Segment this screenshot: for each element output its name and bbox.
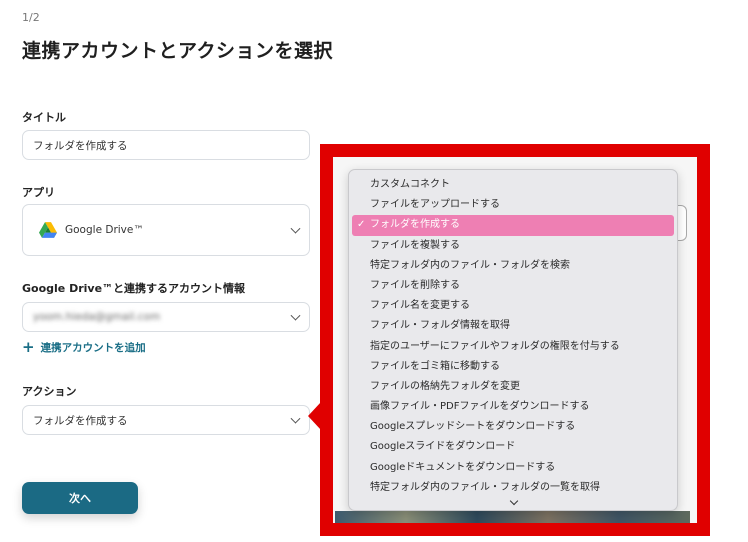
step-indicator: 1/2 (22, 11, 40, 24)
app-select-value: Google Drive™ (65, 224, 144, 236)
highlight-frame (320, 144, 710, 536)
app-label: アプリ (22, 186, 55, 199)
next-button[interactable]: 次へ (22, 482, 138, 514)
highlight-pointer-arrow (308, 402, 321, 430)
add-account-link[interactable]: + 連携アカウントを追加 (22, 340, 146, 355)
chevron-down-icon (290, 223, 301, 234)
chevron-down-icon (290, 413, 301, 424)
title-input[interactable]: フォルダを作成する (22, 130, 310, 160)
page-title: 連携アカウントとアクションを選択 (22, 40, 334, 62)
account-select[interactable]: yoom.hieda@gmail.com (22, 302, 310, 332)
title-input-value: フォルダを作成する (33, 139, 128, 152)
google-drive-icon (39, 222, 57, 238)
action-select[interactable]: フォルダを作成する (22, 405, 310, 435)
action-label: アクション (22, 385, 77, 398)
title-label: タイトル (22, 111, 66, 124)
account-select-value: yoom.hieda@gmail.com (33, 311, 161, 323)
action-select-value: フォルダを作成する (33, 414, 128, 427)
plus-icon: + (22, 338, 35, 356)
add-account-link-label: 連携アカウントを追加 (40, 342, 146, 354)
chevron-down-icon (290, 310, 301, 321)
app-select[interactable]: Google Drive™ (22, 204, 310, 256)
account-label: Google Drive™と連携するアカウント情報 (22, 282, 246, 295)
